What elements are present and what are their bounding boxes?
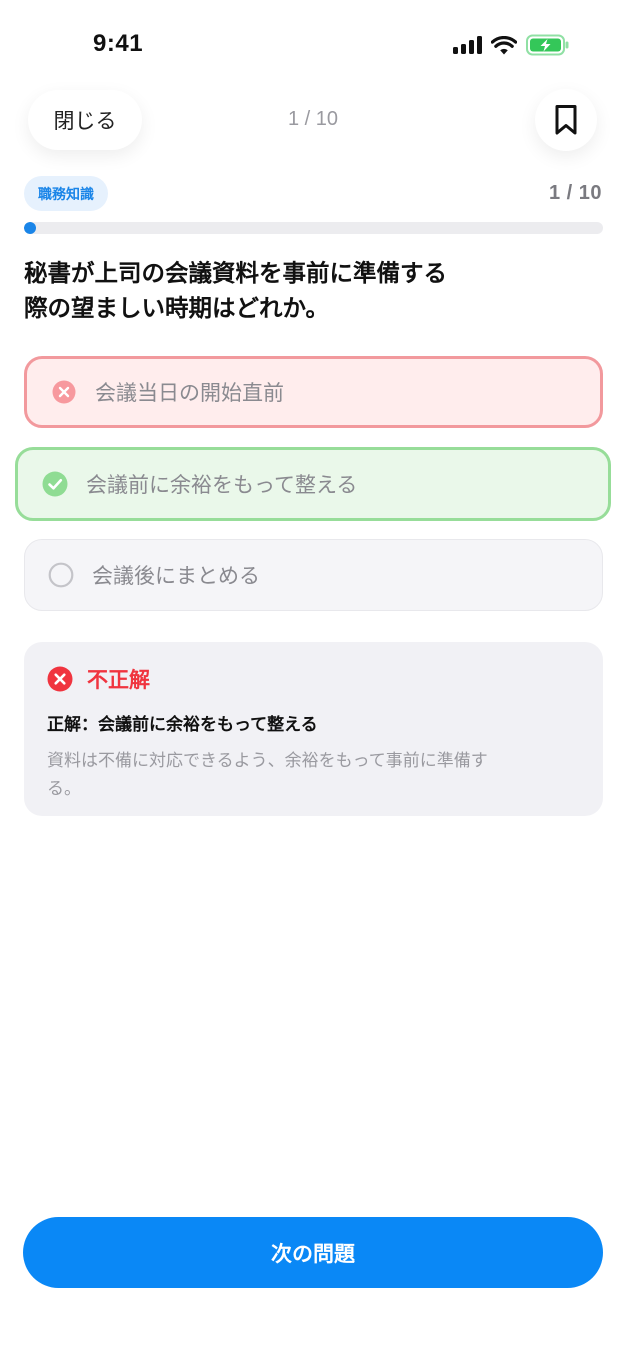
- bookmark-icon: [555, 105, 577, 135]
- option-label: 会議当日の開始直前: [95, 381, 284, 405]
- answer-option[interactable]: 会議後にまとめる: [24, 539, 603, 611]
- next-question-button[interactable]: 次の問題: [23, 1217, 603, 1288]
- feedback-status: 不正解: [87, 668, 150, 692]
- checkmark-icon: [42, 471, 68, 497]
- question-counter: 1 / 10: [548, 182, 602, 204]
- wrong-icon: [51, 379, 77, 405]
- incorrect-icon: [47, 666, 73, 692]
- answer-option-wrong[interactable]: 会議当日の開始直前: [24, 356, 603, 428]
- option-label: 会議後にまとめる: [92, 564, 260, 588]
- feedback-header: 不正解: [47, 664, 580, 694]
- answer-feedback-card: 不正解 正解：会議前に余裕をもって整える 資料は不備に対応できるよう、余裕をもっ…: [24, 642, 603, 816]
- explanation-text: 資料は不備に対応できるよう、余裕をもって事前に準備する。: [47, 751, 488, 799]
- correct-answer-text: 正解：会議前に余裕をもって整える: [47, 715, 318, 735]
- progress-bar: [24, 222, 603, 234]
- option-label: 会議前に余裕をもって整える: [86, 473, 358, 497]
- question-text: 秘書が上司の会議資料を事前に準備する際の望ましい時期はどれか。: [24, 259, 447, 322]
- bookmark-button[interactable]: [535, 89, 597, 151]
- battery-charging-icon: [526, 34, 570, 56]
- nav-progress-indicator: 1 / 10: [287, 108, 339, 130]
- cellular-signal-icon: [453, 36, 482, 54]
- status-time: 9:41: [93, 30, 144, 57]
- status-bar: 9:41: [0, 0, 626, 90]
- progress-bar-fill: [24, 222, 36, 234]
- status-icons: [453, 34, 570, 56]
- category-badge: 職務知識: [24, 176, 108, 211]
- wifi-icon: [491, 35, 517, 55]
- quiz-screen: 9:41 閉じる 1 / 10 職務知識 1 / 10 秘書が上司の会議資料を事…: [0, 0, 626, 1360]
- radio-empty-icon: [48, 562, 74, 588]
- answer-option-correct[interactable]: 会議前に余裕をもって整える: [15, 447, 611, 521]
